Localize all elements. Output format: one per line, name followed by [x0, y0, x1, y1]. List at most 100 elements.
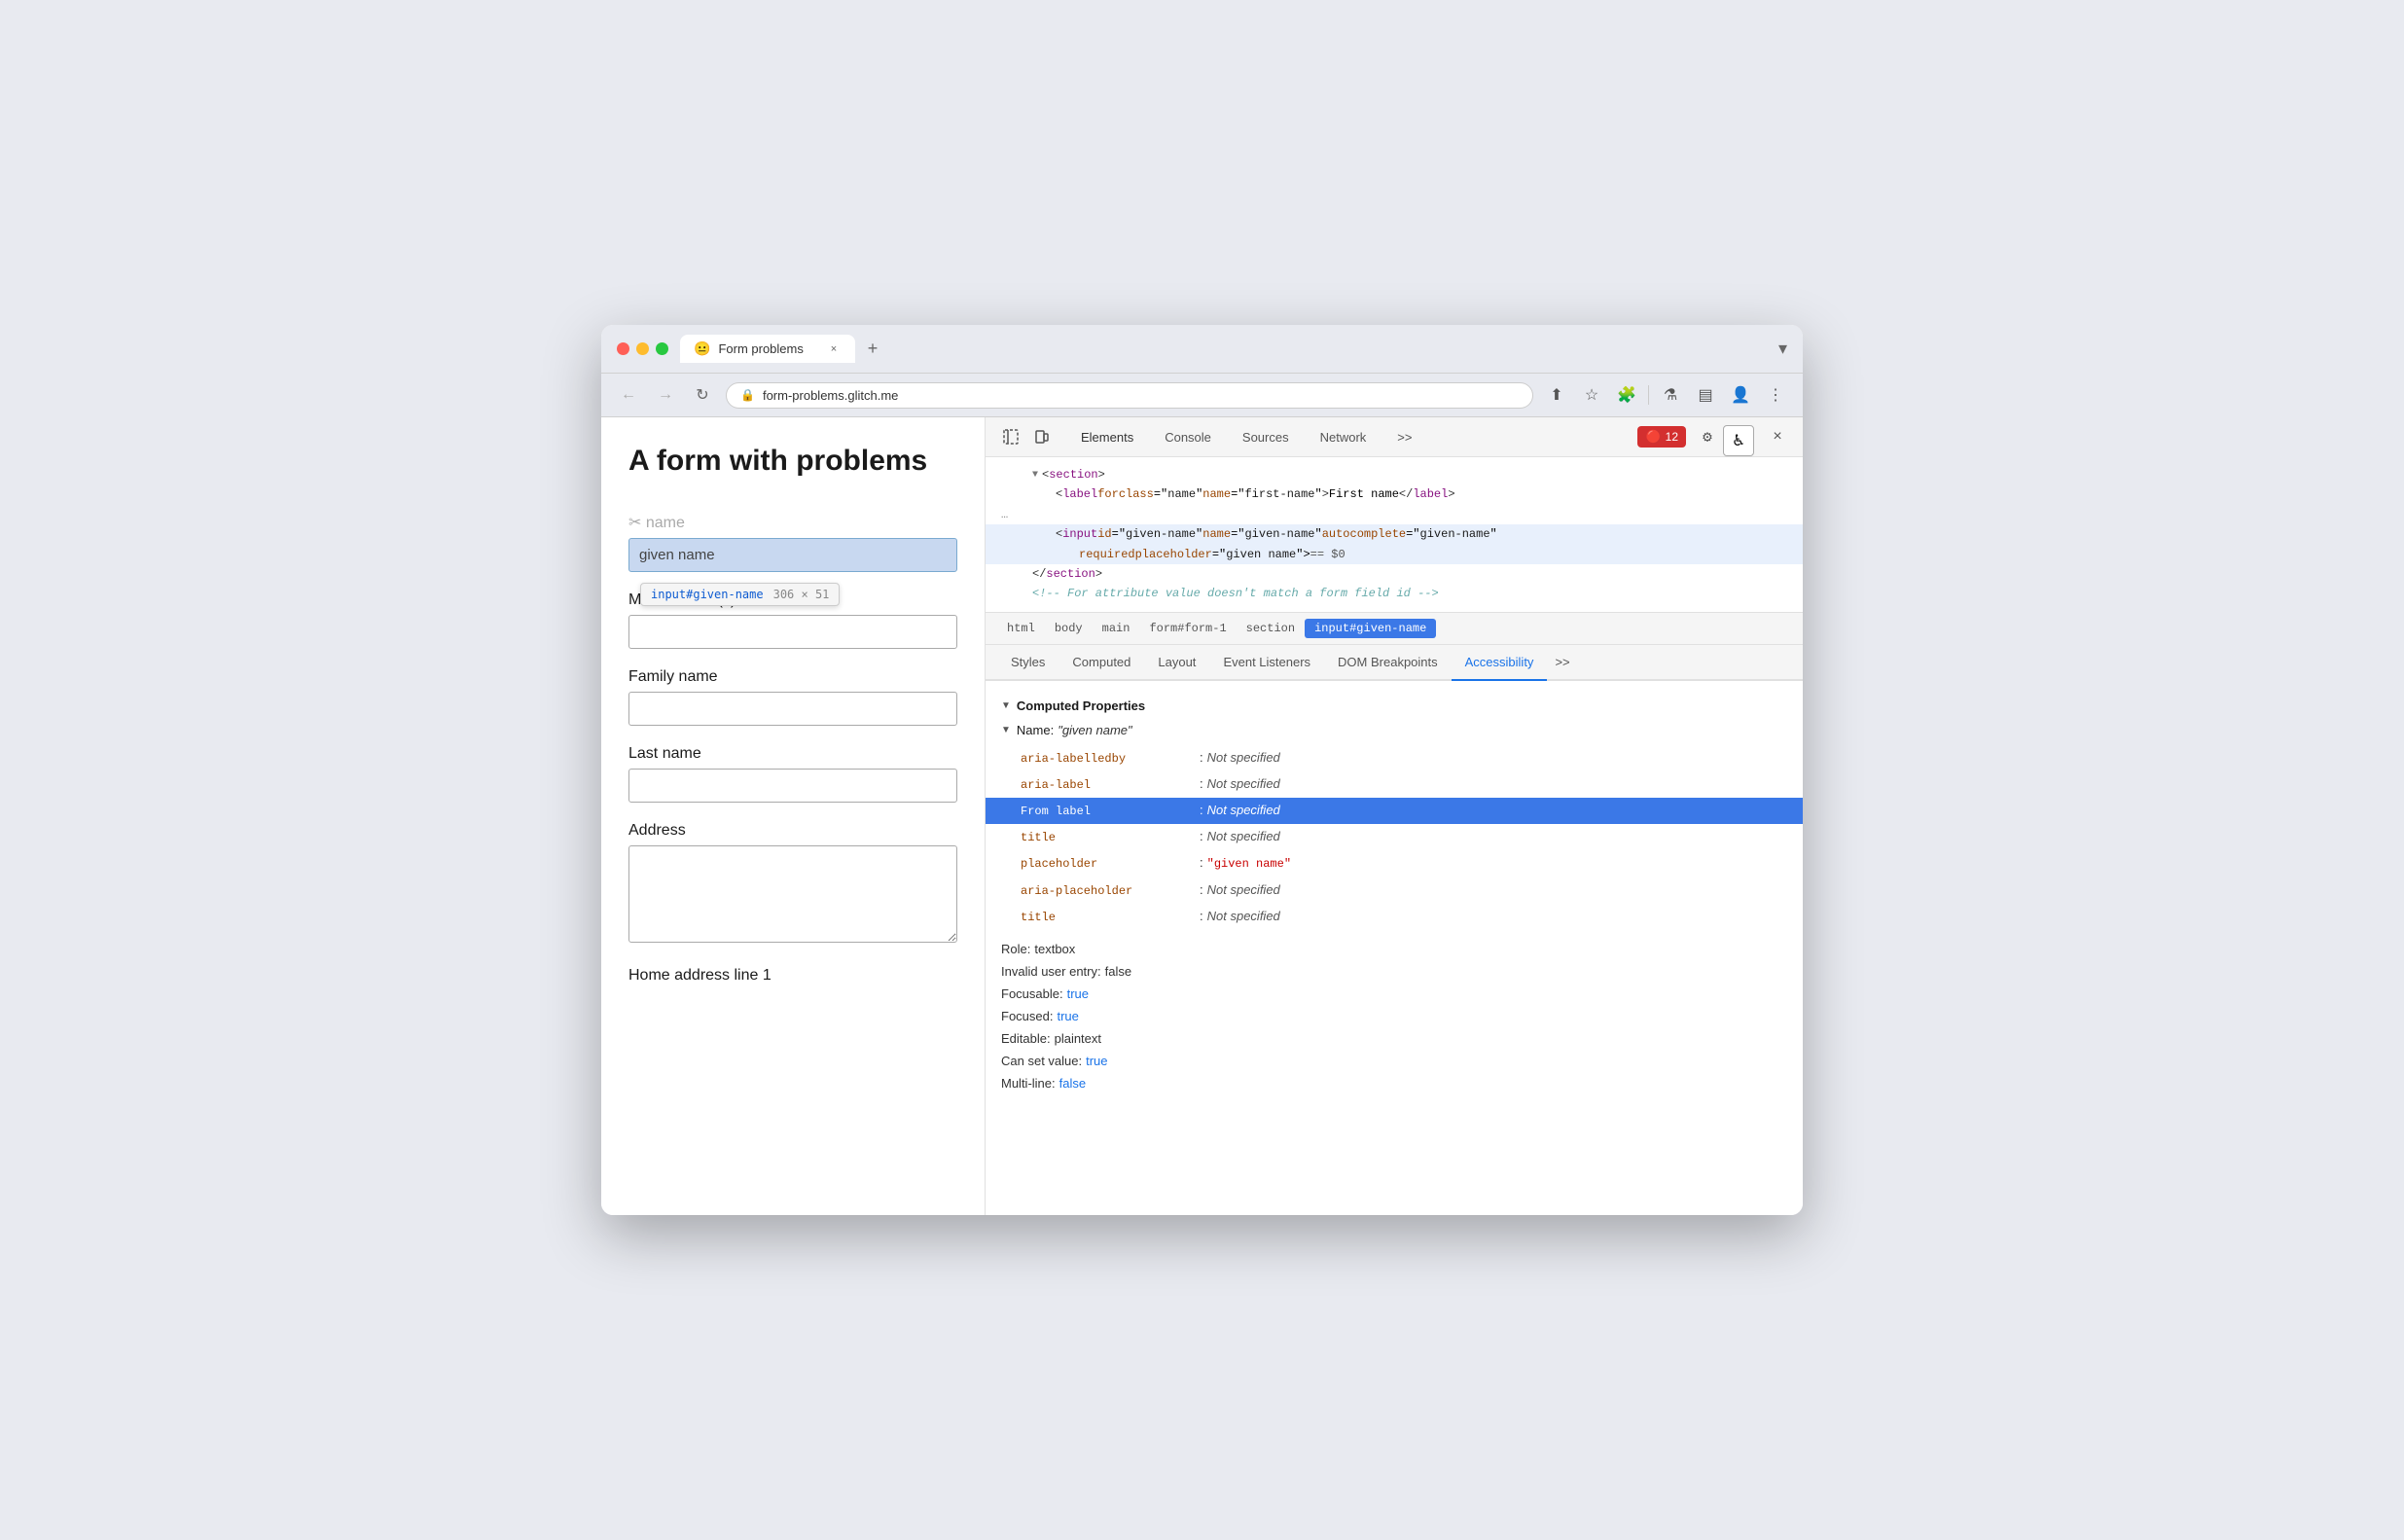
close-traffic-light[interactable]: [617, 342, 629, 355]
family-name-input[interactable]: [628, 692, 957, 726]
collapse-triangle[interactable]: ▼: [1032, 467, 1038, 483]
title-name-1: title: [1021, 829, 1196, 847]
reload-button[interactable]: ↻: [689, 381, 716, 409]
breadcrumb-input[interactable]: input#given-name: [1305, 619, 1436, 638]
active-tab[interactable]: 😐 Form problems ×: [680, 335, 855, 363]
given-name-field-group: ✂ name: [628, 513, 957, 572]
tag-bracket: <: [1042, 465, 1049, 484]
aria-placeholder-name: aria-placeholder: [1021, 882, 1196, 901]
can-set-value-row: Can set value: true: [986, 1050, 1803, 1072]
url-bar[interactable]: 🔒 form-problems.glitch.me: [726, 382, 1533, 409]
section-triangle-icon: ▼: [1001, 700, 1011, 711]
from-label-value: Not specified: [1207, 801, 1280, 821]
tab-close-button[interactable]: ×: [826, 341, 842, 357]
aria-placeholder-row: aria-placeholder : Not specified: [986, 877, 1803, 904]
title-name-2: title: [1021, 909, 1196, 927]
sidebar-icon[interactable]: ▤: [1692, 381, 1719, 409]
sub-tab-layout[interactable]: Layout: [1144, 645, 1209, 681]
breadcrumb-form[interactable]: form#form-1: [1139, 619, 1236, 638]
aria-labelledby-name: aria-labelledby: [1021, 750, 1196, 769]
tab-overflow-button[interactable]: ▾: [1778, 339, 1787, 359]
middle-name-input[interactable]: [628, 615, 957, 649]
sub-tab-styles[interactable]: Styles: [997, 645, 1058, 681]
tag-bracket: </: [1032, 564, 1046, 584]
aria-labelledby-row: aria-labelledby : Not specified: [986, 745, 1803, 771]
code-line-section-close[interactable]: </section>: [986, 564, 1803, 584]
forward-button[interactable]: →: [652, 381, 679, 409]
bookmark-icon[interactable]: ☆: [1578, 381, 1605, 409]
tag-label: label: [1062, 484, 1097, 504]
attr-class: class: [1119, 484, 1154, 504]
given-name-input[interactable]: [628, 538, 957, 572]
browser-window: 😐 Form problems × + ▾ ← → ↻ 🔒 form-probl…: [601, 325, 1803, 1215]
attr-autocomplete: autocomplete: [1322, 524, 1406, 544]
name-triangle-icon: ▼: [1001, 725, 1011, 735]
device-toggle-icon[interactable]: [1028, 423, 1056, 450]
aria-label-value: Not specified: [1207, 774, 1280, 795]
breadcrumb-html[interactable]: html: [997, 619, 1045, 638]
editable-label: Editable:: [1001, 1031, 1051, 1046]
home-address-label: Home address line 1: [628, 967, 957, 985]
account-icon[interactable]: 👤: [1727, 381, 1754, 409]
breadcrumb-body[interactable]: body: [1045, 619, 1093, 638]
address-bar: ← → ↻ 🔒 form-problems.glitch.me ⬆ ☆ 🧩 ⚗ …: [601, 374, 1803, 417]
id-val: given-name: [1126, 524, 1196, 544]
breadcrumb-section[interactable]: section: [1237, 619, 1305, 638]
sub-tab-dom-breakpoints[interactable]: DOM Breakpoints: [1324, 645, 1452, 681]
title-bar: 😐 Form problems × + ▾: [601, 325, 1803, 374]
label-text: First name: [1329, 484, 1399, 504]
tab-title: Form problems: [718, 341, 803, 356]
tab-sources[interactable]: Sources: [1229, 424, 1303, 450]
title-row-1: title : Not specified: [986, 824, 1803, 850]
last-name-input[interactable]: [628, 769, 957, 803]
code-line-section-open[interactable]: ▼ <section>: [986, 465, 1803, 484]
sub-tab-computed[interactable]: Computed: [1058, 645, 1144, 681]
minimize-traffic-light[interactable]: [636, 342, 649, 355]
tab-overflow[interactable]: >>: [1383, 424, 1425, 450]
devtools-header-right: 🔴 12 ⚙ ⋮ × ♿: [1637, 423, 1791, 450]
maximize-traffic-light[interactable]: [656, 342, 668, 355]
class-val: name: [1167, 484, 1196, 504]
tab-console[interactable]: Console: [1151, 424, 1225, 450]
tab-network[interactable]: Network: [1307, 424, 1381, 450]
more-button[interactable]: ⋮: [1762, 381, 1789, 409]
accessibility-person-icon[interactable]: ♿: [1723, 425, 1754, 456]
breadcrumb-main[interactable]: main: [1093, 619, 1140, 638]
sub-tab-overflow[interactable]: >>: [1547, 645, 1577, 679]
tag-bracket: >: [1322, 484, 1329, 504]
html-code-area: ▼ <section> <label for class="name" name…: [986, 457, 1803, 613]
select-element-icon[interactable]: [997, 423, 1024, 450]
sub-tab-accessibility[interactable]: Accessibility: [1452, 645, 1548, 681]
code-ellipsis[interactable]: …: [986, 505, 1803, 524]
sub-tab-event-listeners[interactable]: Event Listeners: [1209, 645, 1324, 681]
role-row: Role: textbox: [986, 938, 1803, 960]
colon: :: [1200, 748, 1203, 769]
placeholder-value: "given name": [1207, 855, 1291, 874]
home-address-field-group: Home address line 1: [628, 967, 957, 985]
form-title: A form with problems: [628, 445, 957, 478]
new-tab-button[interactable]: +: [859, 336, 886, 363]
settings-icon[interactable]: ⚙: [1694, 423, 1721, 450]
traffic-lights: [617, 342, 668, 355]
computed-properties-header[interactable]: ▼ Computed Properties: [986, 693, 1803, 719]
lab-icon[interactable]: ⚗: [1657, 381, 1684, 409]
code-line-label[interactable]: <label for class="name" name="first-name…: [986, 484, 1803, 504]
code-line-input-cont[interactable]: required placeholder="given name"> == $0: [986, 545, 1803, 564]
back-button[interactable]: ←: [615, 381, 642, 409]
from-label-name: From label: [1021, 803, 1196, 821]
address-textarea[interactable]: [628, 845, 957, 943]
placeholder-val: given name: [1226, 545, 1296, 564]
colon: :: [1200, 880, 1203, 901]
name-val2: given-name: [1244, 524, 1314, 544]
close-devtools-icon[interactable]: ×: [1764, 423, 1791, 450]
dollar-ref: == $0: [1310, 545, 1346, 564]
share-icon[interactable]: ⬆: [1543, 381, 1570, 409]
error-icon: 🔴: [1645, 429, 1661, 445]
focusable-value: true: [1067, 986, 1089, 1001]
role-value: textbox: [1034, 942, 1075, 956]
error-badge[interactable]: 🔴 12: [1637, 426, 1686, 448]
extension-icon[interactable]: 🧩: [1613, 381, 1640, 409]
tab-elements[interactable]: Elements: [1067, 424, 1147, 450]
tag-bracket: <: [1056, 524, 1062, 544]
code-line-input[interactable]: <input id="given-name" name="given-name"…: [986, 524, 1803, 544]
